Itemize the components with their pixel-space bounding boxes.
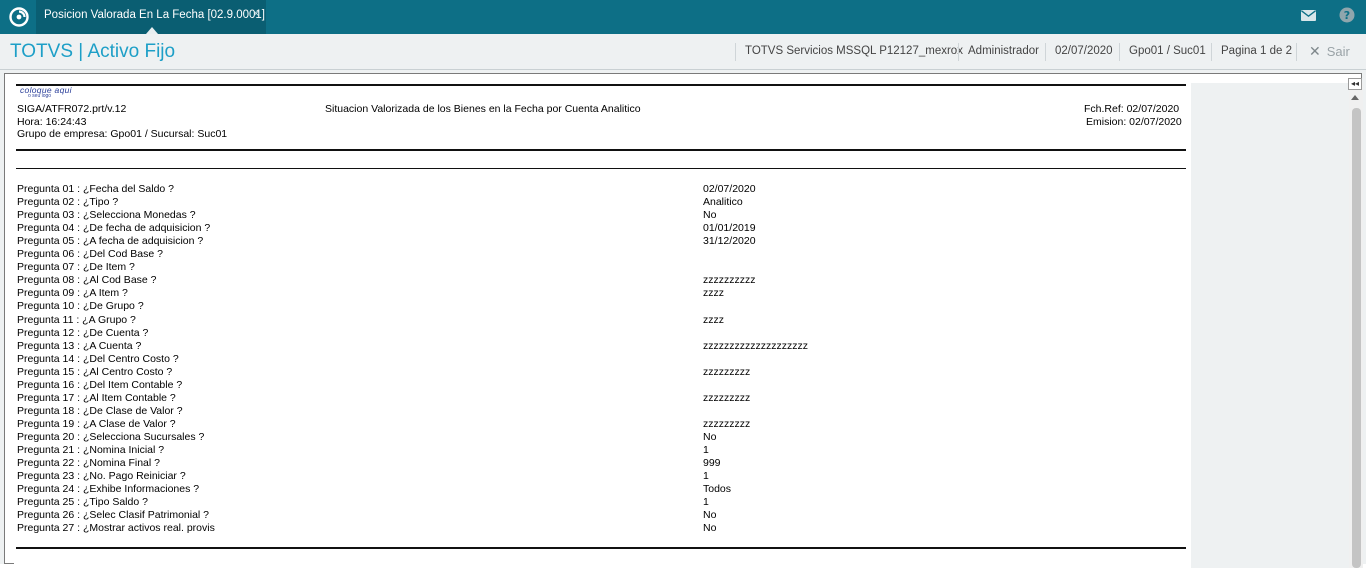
question-label: Pregunta 06 : ¿Del Cod Base ?	[17, 248, 163, 261]
branch-info: Gpo01 / Suc01	[1129, 45, 1206, 57]
module-title: TOTVS | Activo Fijo	[10, 41, 176, 62]
question-label: Pregunta 19 : ¿A Clase de Valor ?	[17, 417, 176, 430]
company-logo-placeholder: coloque aqui o seu logo	[20, 86, 80, 99]
question-value: No	[703, 430, 717, 443]
report-rule	[16, 168, 1186, 169]
totvs-logo-icon[interactable]	[9, 7, 29, 27]
collapse-panel-icon[interactable]: ◂◂	[1348, 78, 1362, 90]
question-label: Pregunta 11 : ¿A Grupo ?	[17, 313, 136, 326]
header-divider	[735, 43, 736, 61]
header-divider	[1045, 43, 1046, 61]
report-viewer: ◂◂	[0, 70, 1366, 568]
question-value: No	[703, 522, 717, 535]
tab-pointer-indicator	[146, 27, 158, 34]
help-icon[interactable]: ?	[1339, 7, 1355, 23]
question-value: zzzzzzzzz	[703, 417, 751, 430]
question-value: 02/07/2020	[703, 183, 756, 195]
question-label: Pregunta 16 : ¿Del Item Contable ?	[17, 378, 183, 391]
exit-label: Sair	[1326, 44, 1350, 59]
question-label: Pregunta 17 : ¿Al Item Contable ?	[17, 391, 176, 404]
question-value: zzzzzzzzzz	[703, 274, 756, 287]
question-value: 1	[703, 470, 709, 483]
report-bottom-rule	[16, 547, 1186, 549]
svg-text:?: ?	[1344, 9, 1350, 22]
user-info: Administrador	[968, 45, 1039, 57]
exit-button[interactable]: ✕ Sair	[1309, 43, 1350, 60]
question-label: Pregunta 08 : ¿Al Cod Base ?	[17, 274, 157, 287]
question-label: Pregunta 22 : ¿Nomina Final ?	[17, 457, 160, 470]
question-label: Pregunta 25 : ¿Tipo Saldo ?	[17, 496, 148, 509]
question-label: Pregunta 27 : ¿Mostrar activos real. pro…	[17, 522, 215, 535]
question-label: Pregunta 05 : ¿A fecha de adquisicion ?	[17, 235, 204, 248]
question-value: No	[703, 209, 717, 222]
question-label: Pregunta 14 : ¿Del Centro Costo ?	[17, 352, 179, 365]
question-label: Pregunta 03 : ¿Selecciona Monedas ?	[17, 209, 196, 222]
report-fch-ref: Fch.Ref: 02/07/2020	[1084, 103, 1180, 115]
scrollbar-thumb[interactable]	[1352, 108, 1361, 568]
question-label: Pregunta 26 : ¿Selec Clasif Patrimonial …	[17, 509, 210, 522]
question-label: Pregunta 13 : ¿A Cuenta ?	[17, 339, 142, 352]
report-title: Situacion Valorizada de los Bienes en la…	[325, 103, 641, 115]
header-divider	[1119, 43, 1120, 61]
question-label: Pregunta 10 : ¿De Grupo ?	[17, 300, 144, 313]
report-margin	[1191, 83, 1349, 568]
report-top-rule	[16, 84, 1186, 86]
report-grupo: Grupo de empresa: Gpo01 / Sucursal: Suc0…	[17, 128, 228, 140]
question-value: 31/12/2020	[703, 235, 756, 248]
question-label: Pregunta 20 : ¿Selecciona Sucursales ?	[17, 430, 205, 443]
report-frame: ◂◂	[4, 73, 1363, 568]
question-label: Pregunta 02 : ¿Tipo ?	[17, 196, 119, 209]
question-value: 1	[703, 444, 709, 456]
header-divider	[1211, 43, 1212, 61]
question-label: Pregunta 04 : ¿De fecha de adquisicion ?	[17, 222, 211, 235]
question-label: Pregunta 23 : ¿No. Pago Reiniciar ?	[17, 470, 186, 483]
question-value: Todos	[703, 483, 732, 496]
question-value: zzzz	[703, 287, 724, 300]
question-label: Pregunta 12 : ¿De Cuenta ?	[17, 326, 149, 339]
question-value: zzzz	[703, 313, 724, 326]
page-info: Pagina 1 de 2	[1221, 45, 1292, 57]
question-value: zzzzzzzzz	[703, 365, 751, 378]
question-label: Pregunta 18 : ¿De Clase de Valor ?	[17, 404, 183, 417]
tab-label: Posicion Valorada En La Fecha [02.9.0001…	[44, 9, 265, 21]
question-value: 01/01/2019	[703, 222, 756, 235]
question-value: 1	[703, 496, 709, 509]
question-label: Pregunta 15 : ¿Al Centro Costo ?	[17, 365, 173, 378]
close-icon[interactable]: ×	[253, 8, 259, 20]
question-label: Pregunta 07 : ¿De Item ?	[17, 261, 135, 274]
question-value: zzzzzzzzzzzzzzzzzzzz	[703, 339, 808, 352]
question-label: Pregunta 24 : ¿Exhibe Informaciones ?	[17, 483, 200, 496]
report-program: SIGA/ATFR072.prt/v.12	[17, 103, 127, 115]
question-label: Pregunta 09 : ¿A Item ?	[17, 287, 128, 300]
question-value: zzzzzzzzz	[703, 391, 751, 404]
question-label: Pregunta 21 : ¿Nomina Inicial ?	[17, 444, 165, 456]
mail-icon[interactable]	[1301, 10, 1316, 21]
report-rule	[16, 149, 1186, 151]
header-divider	[958, 43, 959, 61]
report-emision: Emision: 02/07/2020	[1086, 116, 1182, 128]
date-info: 02/07/2020	[1055, 45, 1113, 57]
scroll-up-arrow-icon[interactable]	[1351, 95, 1359, 100]
server-info: TOTVS Servicios MSSQL P12127_mexrox	[745, 45, 963, 57]
module-header: TOTVS | Activo Fijo TOTVS Servicios MSSQ…	[0, 34, 1366, 70]
tab-posicion-valorada[interactable]: Posicion Valorada En La Fecha [02.9.0001…	[36, 0, 266, 34]
question-value: 999	[703, 457, 721, 470]
close-icon: ✕	[1309, 43, 1321, 59]
header-divider	[1296, 43, 1297, 61]
question-value: No	[703, 509, 717, 522]
question-label: Pregunta 01 : ¿Fecha del Saldo ?	[17, 183, 175, 195]
question-value: Analitico	[703, 196, 743, 209]
top-navigation-bar: Posicion Valorada En La Fecha [02.9.0001…	[0, 0, 1366, 34]
